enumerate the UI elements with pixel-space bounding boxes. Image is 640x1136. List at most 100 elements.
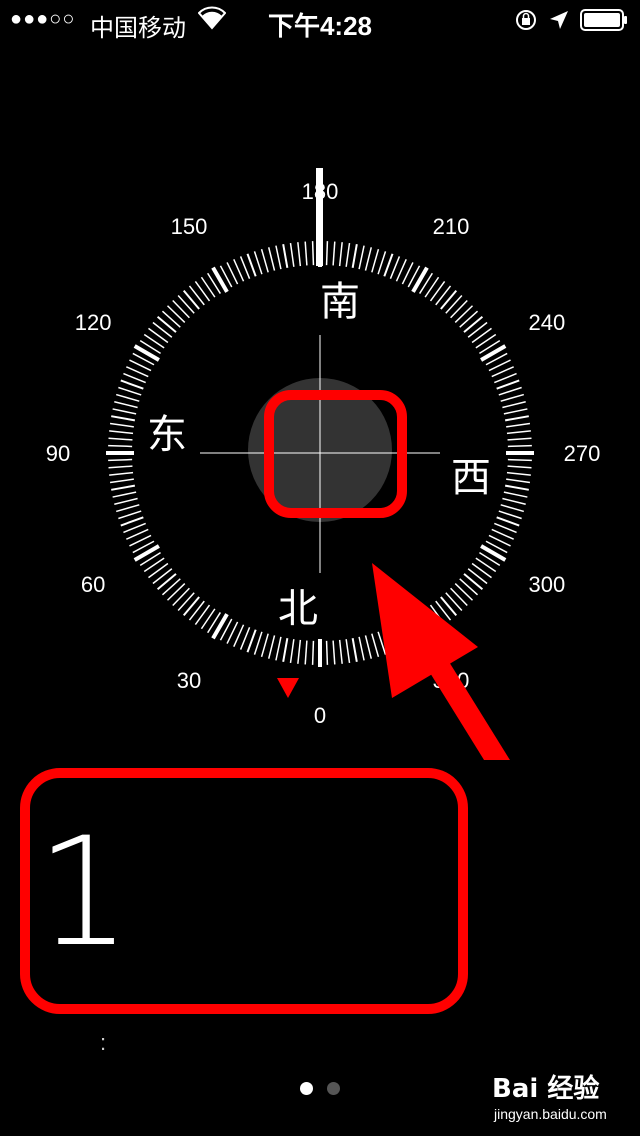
compass-tick [435,285,452,306]
compass-tick [311,640,315,665]
compass-tick [109,478,134,484]
page-dot-2[interactable] [327,1082,340,1095]
degree-label: 240 [529,310,566,335]
compass-tick [494,372,517,384]
compass-tick [297,639,302,664]
compass-tick [506,430,531,435]
compass-tick [507,444,532,448]
compass-tick [120,379,144,390]
compass-tick [148,327,169,344]
compass-tick [371,633,380,657]
compass-tick [454,305,474,323]
watermark-url: jingyan.baidu.com [494,1106,607,1122]
north-marker-icon [277,678,299,698]
compass-tick [364,247,373,271]
compass-tick [188,600,205,621]
compass-tick [246,629,257,653]
compass-tick [161,578,181,596]
compass-tick [445,294,463,314]
compass-tick [152,568,173,585]
compass-tick [445,592,463,612]
compass-tick [112,491,137,498]
compass-tick [459,310,479,328]
compass-tick [108,444,133,448]
compass-tick [498,386,522,396]
degree-label: 150 [171,214,208,239]
compass-tick [156,573,177,591]
compass-tick [253,631,263,655]
rotation-lock-icon [516,10,536,30]
location-arrow-icon [550,11,568,29]
compass-tick [123,372,146,384]
compass-tick [282,244,289,269]
compass-tick [289,639,295,664]
compass-tick [311,241,315,266]
compass-tick [182,289,200,310]
compass-tick [364,635,373,659]
compass-tick [166,583,186,601]
compass-tick [389,256,401,279]
compass-tick [454,583,474,601]
compass-tick [166,305,186,323]
degree-label: 210 [433,214,470,239]
compass-tick [188,285,205,306]
compass-tick [172,587,190,607]
degree-label: 90 [46,441,70,466]
compass-tick [177,592,195,612]
compass-tick [111,484,136,491]
compass-tick [123,522,146,534]
compass-tick [194,281,211,302]
compass-tick [338,242,343,267]
compass-tick [507,465,532,469]
readout-highlight-frame [20,768,468,1014]
compass-tick [108,437,133,441]
compass-tick [108,465,133,469]
compass-tick [498,510,522,520]
compass-dial: 南 东 西 北 0306090120150180210240270300330 [46,168,601,760]
compass-tick [351,244,358,269]
compass-tick [506,478,531,484]
compass-tick [116,393,140,402]
compass-tick [118,510,142,520]
status-bar: ●●●○○ 中国移动 下午4:28 [0,0,640,42]
cardinal-north: 北 [278,586,318,632]
compass-tick [239,256,251,279]
compass-tick [332,640,336,665]
compass-tick [496,516,520,527]
compass-tick [156,315,177,333]
compass-tick [211,266,229,293]
compass-tick [152,321,173,338]
compass-tick [260,249,269,273]
degree-label: 60 [81,572,105,597]
compass-tick [358,245,365,270]
compass-tick [338,639,343,664]
compass-tick [503,408,528,415]
compass-tick [502,497,526,506]
compass-tick [332,241,336,266]
compass-tick [506,471,531,476]
compass-tick [109,471,134,476]
compass-tick [411,266,429,293]
compass-tick [260,633,269,657]
compass-tick [494,522,517,534]
compass-tick [275,636,282,661]
compass-tick [194,604,211,625]
compass-tick [496,379,520,390]
compass-tick [471,327,492,344]
status-time: 下午4:28 [267,11,373,41]
page-dot-1[interactable] [300,1082,313,1095]
compass-tick [114,400,138,409]
compass-tick [118,386,142,396]
compass-screen: ●●●○○ 中国移动 下午4:28 南 东 西 北 0 30 60 90 120… [0,0,640,1136]
compass-tick [358,636,365,661]
compass-tick [502,400,526,409]
degree-label: 300 [529,572,566,597]
compass-tick [246,253,257,277]
compass-tick [148,562,169,579]
watermark-logo: Bai 经验 [492,1074,600,1104]
compass-tick [503,491,528,498]
degree-label: 270 [564,441,601,466]
compass-tick [289,242,295,267]
compass-tick [500,504,524,513]
readout-subtext: : [100,1030,107,1055]
